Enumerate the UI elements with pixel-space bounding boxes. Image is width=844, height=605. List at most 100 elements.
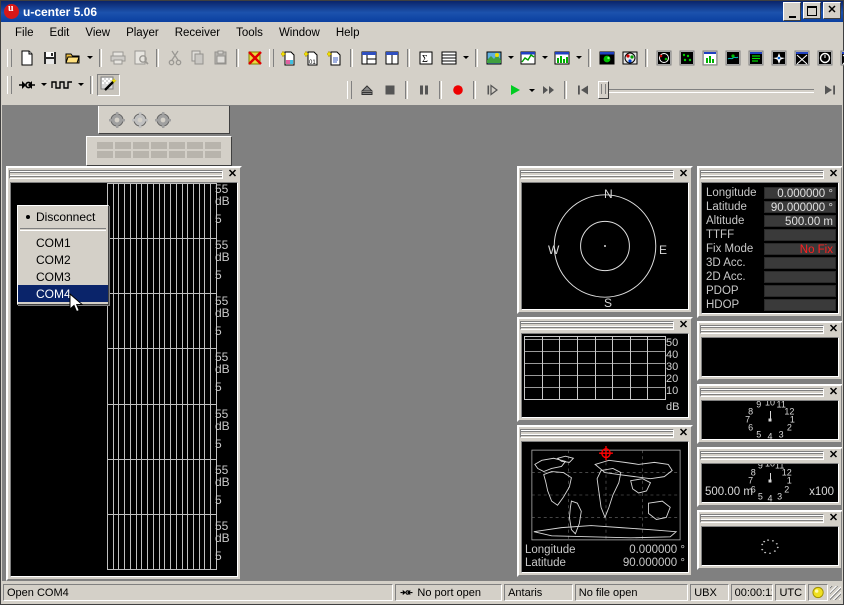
map-dropdown-icon[interactable] (505, 47, 516, 69)
connect-port-icon[interactable] (15, 74, 38, 96)
copy-icon[interactable] (186, 47, 209, 69)
empty-view-panel[interactable]: ✕ (697, 321, 842, 381)
compass-icon[interactable] (767, 47, 790, 69)
rewind-to-start-icon[interactable] (571, 79, 594, 101)
print-preview-icon[interactable] (129, 47, 152, 69)
globe-color-icon[interactable] (618, 47, 641, 69)
dropdown-item-com1[interactable]: COM1 (18, 234, 108, 251)
menu-help[interactable]: Help (328, 25, 368, 41)
world-map-icon[interactable] (721, 47, 744, 69)
map-view-icon[interactable] (482, 47, 505, 69)
table-grid-icon[interactable] (437, 47, 460, 69)
signal-strength-chart-panel[interactable]: ✕ 5040302010dB (517, 317, 693, 422)
panel-titlebar[interactable]: ✕ (699, 449, 841, 462)
eject-icon[interactable] (355, 79, 378, 101)
fast-forward-icon[interactable] (537, 79, 560, 101)
play-icon[interactable] (503, 79, 526, 101)
paste-icon[interactable] (209, 47, 232, 69)
maximize-button[interactable] (803, 2, 821, 19)
sky-view-panel[interactable]: ✕ N E S W (517, 166, 693, 314)
speed-dial-panel[interactable]: ✕ 101112123456789 (697, 384, 842, 444)
toolbar-grip[interactable] (269, 49, 274, 67)
panel-titlebar[interactable]: ✕ (699, 168, 841, 181)
close-button[interactable]: ✕ (823, 2, 841, 19)
panel-close-icon[interactable]: ✕ (677, 169, 690, 180)
print-icon[interactable] (106, 47, 129, 69)
new-document-text-icon[interactable] (323, 47, 346, 69)
panel-close-icon[interactable]: ✕ (677, 320, 690, 331)
step-forward-icon[interactable] (480, 79, 503, 101)
deviation-map-icon[interactable] (836, 47, 844, 69)
menu-player[interactable]: Player (118, 25, 167, 41)
save-icon[interactable] (38, 47, 61, 69)
stop-icon[interactable] (378, 79, 401, 101)
panel-titlebar[interactable]: ✕ (699, 512, 841, 525)
cut-icon[interactable] (163, 47, 186, 69)
panel-titlebar[interactable]: ✕ (8, 168, 240, 181)
minimize-button[interactable] (783, 2, 801, 21)
menu-window[interactable]: Window (271, 25, 328, 41)
new-document-pink-icon[interactable] (277, 47, 300, 69)
panel-grip[interactable] (700, 325, 824, 334)
panel-close-icon[interactable]: ✕ (827, 513, 840, 524)
panel-titlebar[interactable]: ✕ (519, 168, 691, 181)
panel-grip[interactable] (520, 170, 674, 179)
signal-bars-icon[interactable] (698, 47, 721, 69)
position-slider[interactable] (598, 81, 814, 99)
sky-dots-icon[interactable] (675, 47, 698, 69)
panel-titlebar[interactable]: ✕ (519, 427, 691, 440)
play-dropdown-icon[interactable] (526, 79, 537, 101)
panel-grip[interactable] (520, 429, 674, 438)
panel-titlebar[interactable]: ✕ (699, 386, 841, 399)
menu-receiver[interactable]: Receiver (167, 25, 228, 41)
autoconfig-wand-icon[interactable] (97, 74, 120, 96)
menu-tools[interactable]: Tools (228, 25, 271, 41)
panel-close-icon[interactable]: ✕ (827, 169, 840, 180)
dropdown-item-com4[interactable]: COM4 (18, 285, 108, 302)
port-dropdown-icon[interactable] (38, 74, 49, 96)
resize-grip-icon[interactable] (830, 586, 841, 600)
dropdown-item-disconnect[interactable]: Disconnect (18, 208, 108, 225)
panel-close-icon[interactable]: ✕ (827, 387, 840, 398)
open-folder-icon[interactable] (61, 47, 84, 69)
pause-icon[interactable] (412, 79, 435, 101)
delete-red-x-icon[interactable] (243, 47, 266, 69)
toolbar-grip[interactable] (7, 49, 12, 67)
split-vertical-icon[interactable] (380, 47, 403, 69)
scatter-plot-icon[interactable] (790, 47, 813, 69)
panel-grip[interactable] (700, 451, 824, 460)
panel-grip[interactable] (9, 170, 223, 179)
panel-titlebar[interactable]: ✕ (699, 323, 841, 336)
panel-close-icon[interactable]: ✕ (827, 450, 840, 461)
clock-dial-panel[interactable]: ✕ (697, 510, 842, 570)
split-horizontal-icon[interactable] (357, 47, 380, 69)
bar-dropdown-icon[interactable] (573, 47, 584, 69)
record-icon[interactable] (446, 79, 469, 101)
panel-grip[interactable] (520, 321, 674, 330)
chart-dropdown-icon[interactable] (539, 47, 550, 69)
menu-edit[interactable]: Edit (42, 25, 78, 41)
altitude-dial-panel[interactable]: ✕ 101112123456789 500.00 m x100 (697, 447, 842, 507)
new-document-01-icon[interactable]: 01 (300, 47, 323, 69)
menu-view[interactable]: View (77, 25, 118, 41)
data-list-icon[interactable] (744, 47, 767, 69)
menu-file[interactable]: File (7, 25, 42, 41)
go-to-end-icon[interactable] (818, 79, 841, 101)
toolbar-grip[interactable] (7, 76, 12, 94)
navigation-data-panel[interactable]: ✕ Longitude0.000000 °Latitude90.000000 °… (697, 166, 842, 318)
baudrate-signal-icon[interactable] (49, 74, 75, 96)
dropdown-item-com2[interactable]: COM2 (18, 251, 108, 268)
baudrate-dropdown-icon[interactable] (75, 74, 86, 96)
clock-dial-icon[interactable] (813, 47, 836, 69)
panel-close-icon[interactable]: ✕ (677, 428, 690, 439)
toolbar-grip[interactable] (347, 81, 352, 99)
open-dropdown-icon[interactable] (84, 47, 95, 69)
chart-line-icon[interactable] (516, 47, 539, 69)
panel-grip[interactable] (700, 170, 824, 179)
chart-bar-icon[interactable] (550, 47, 573, 69)
panel-titlebar[interactable]: ✕ (519, 319, 691, 332)
new-icon[interactable] (15, 47, 38, 69)
port-dropdown-menu[interactable]: Disconnect COM1 COM2 COM3 COM4 (17, 205, 109, 305)
panel-close-icon[interactable]: ✕ (226, 169, 239, 180)
panel-grip[interactable] (700, 388, 824, 397)
